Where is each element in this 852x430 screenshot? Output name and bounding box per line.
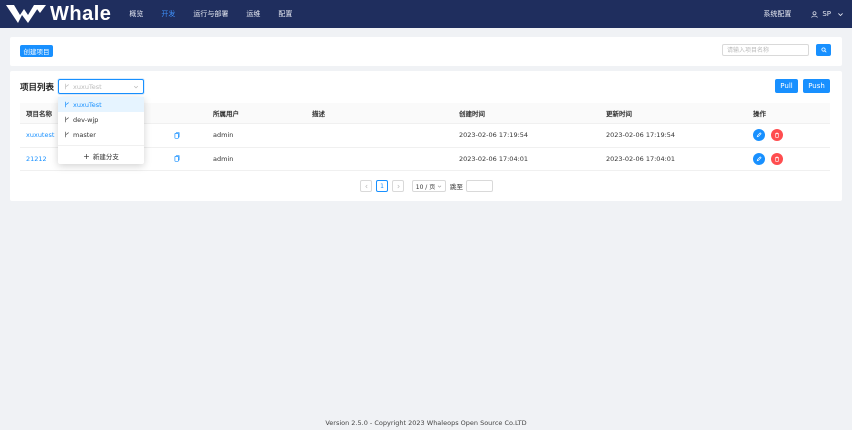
- edit-button[interactable]: [753, 129, 765, 142]
- row-actions: [753, 148, 789, 171]
- chevron-left-icon: [364, 184, 367, 188]
- project-name-link[interactable]: 21212: [26, 148, 47, 171]
- plus-icon: +: [83, 151, 90, 161]
- nav-item-run-deploy[interactable]: 运行与部署: [193, 0, 228, 28]
- chevron-right-icon: [397, 184, 400, 188]
- branch-option-xuxutest[interactable]: xuxuTest: [58, 97, 144, 112]
- nav-item-develop[interactable]: 开发: [161, 0, 175, 28]
- user-icon: [811, 10, 818, 18]
- nav-item-overview[interactable]: 概览: [129, 0, 143, 28]
- branch-icon: [65, 131, 69, 138]
- branch-select-value: xuxuTest: [73, 82, 102, 91]
- app-name: Whale: [50, 2, 112, 25]
- delete-icon: [775, 132, 779, 138]
- whale-logo-icon: [6, 5, 46, 23]
- delete-button[interactable]: [771, 152, 783, 165]
- page-size-value: 10 / 页: [415, 183, 436, 191]
- row-actions: [753, 124, 789, 147]
- edit-icon: [756, 132, 762, 138]
- column-header-updated: 更新时间: [606, 110, 632, 118]
- branch-icon: [65, 101, 69, 108]
- next-page-button[interactable]: [392, 180, 404, 192]
- branch-option-label: xuxuTest: [73, 100, 102, 109]
- chevron-down-icon: [838, 12, 843, 16]
- project-updated-time: 2023-02-06 17:19:54: [606, 131, 676, 140]
- branch-option-dev-wjp[interactable]: dev-wjp: [58, 112, 144, 127]
- branch-icon: [65, 116, 69, 123]
- footer-copyright: Version 2.5.0 - Copyright 2023 Whaleops …: [325, 419, 527, 427]
- project-created-time: 2023-02-06 17:04:01: [459, 154, 529, 163]
- branch-option-master[interactable]: master: [58, 127, 144, 142]
- search-icon: [820, 47, 827, 53]
- jump-page-input[interactable]: [466, 180, 493, 192]
- project-user: admin: [213, 131, 234, 140]
- create-project-button[interactable]: 创建项目: [20, 45, 53, 57]
- copy-button[interactable]: [174, 148, 180, 171]
- toolbar-panel: 创建项目: [10, 37, 842, 66]
- branch-select[interactable]: xuxuTest: [58, 79, 144, 94]
- branch-option-label: master: [73, 130, 96, 139]
- top-right-area: 系统配置 SP: [763, 0, 844, 28]
- pull-button[interactable]: Pull: [775, 79, 798, 93]
- chevron-down-icon: [438, 185, 442, 188]
- column-header-created: 创建时间: [459, 110, 485, 118]
- new-branch-button[interactable]: + 新建分支: [58, 149, 144, 163]
- project-updated-time: 2023-02-06 17:04:01: [606, 154, 676, 163]
- new-branch-label: 新建分支: [92, 153, 119, 161]
- page-size-select[interactable]: 10 / 页: [412, 180, 446, 192]
- push-button[interactable]: Push: [803, 79, 830, 93]
- copy-icon: [174, 132, 180, 139]
- nav-item-config[interactable]: 配置: [278, 0, 292, 28]
- page-number-button[interactable]: 1: [376, 180, 388, 192]
- column-header-name: 项目名称: [26, 110, 52, 118]
- system-config-link[interactable]: 系统配置: [763, 9, 791, 19]
- prev-page-button[interactable]: [360, 180, 372, 192]
- pagination: 1 10 / 页 跳至: [360, 180, 493, 192]
- branch-icon: [65, 83, 69, 90]
- edit-icon: [756, 156, 762, 162]
- chevron-down-icon: [133, 85, 139, 89]
- project-created-time: 2023-02-06 17:19:54: [459, 131, 529, 140]
- project-name-link[interactable]: xuxutest: [26, 124, 54, 147]
- jump-label: 跳至: [450, 183, 463, 191]
- main-nav: 概览 开发 运行与部署 运维 配置: [129, 0, 310, 28]
- column-header-actions: 操作: [753, 110, 766, 118]
- delete-icon: [775, 156, 779, 162]
- user-name: SP: [822, 10, 831, 18]
- top-navigation-bar: Whale 概览 开发 运行与部署 运维 配置 系统配置 SP: [0, 0, 852, 28]
- user-menu[interactable]: SP: [811, 10, 844, 18]
- branch-option-label: dev-wjp: [73, 115, 99, 124]
- app-logo[interactable]: Whale: [4, 0, 111, 28]
- branch-dropdown-menu: xuxuTest dev-wjp master + 新建分支: [58, 97, 144, 164]
- column-header-user: 所属用户: [213, 110, 239, 118]
- search-button[interactable]: [816, 44, 831, 56]
- column-header-desc: 描述: [312, 110, 325, 118]
- divider: [58, 145, 144, 146]
- delete-button[interactable]: [771, 129, 783, 142]
- copy-icon: [174, 155, 180, 162]
- nav-item-ops[interactable]: 运维: [246, 0, 260, 28]
- project-search-input[interactable]: [722, 44, 809, 56]
- page-title: 项目列表: [20, 83, 55, 93]
- project-user: admin: [213, 154, 234, 163]
- edit-button[interactable]: [753, 152, 765, 165]
- copy-button[interactable]: [174, 124, 180, 147]
